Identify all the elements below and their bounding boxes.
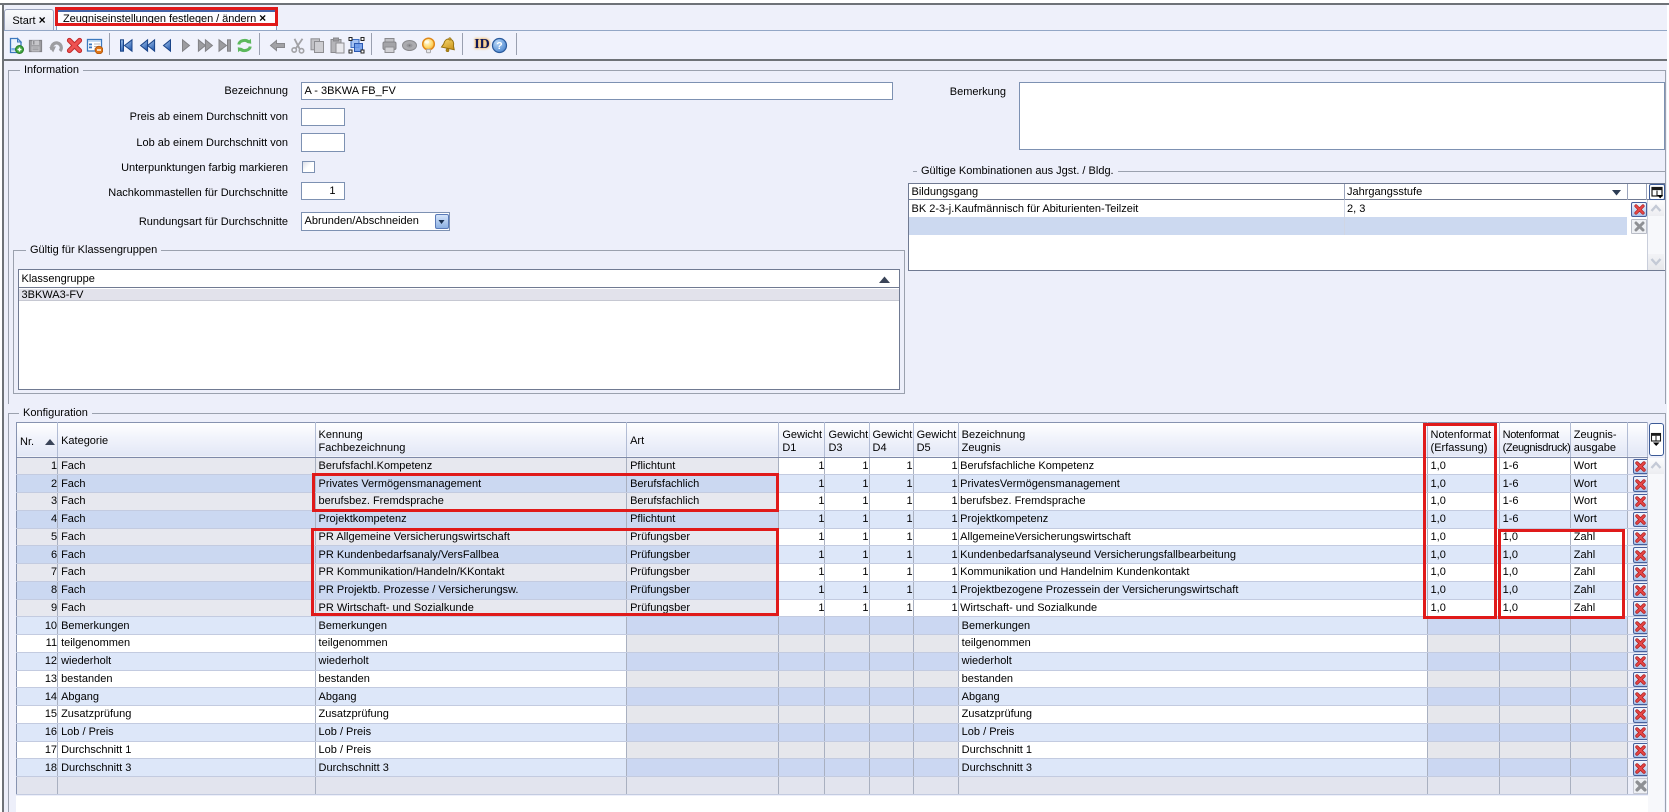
svg-text:?: ? [496,40,502,52]
